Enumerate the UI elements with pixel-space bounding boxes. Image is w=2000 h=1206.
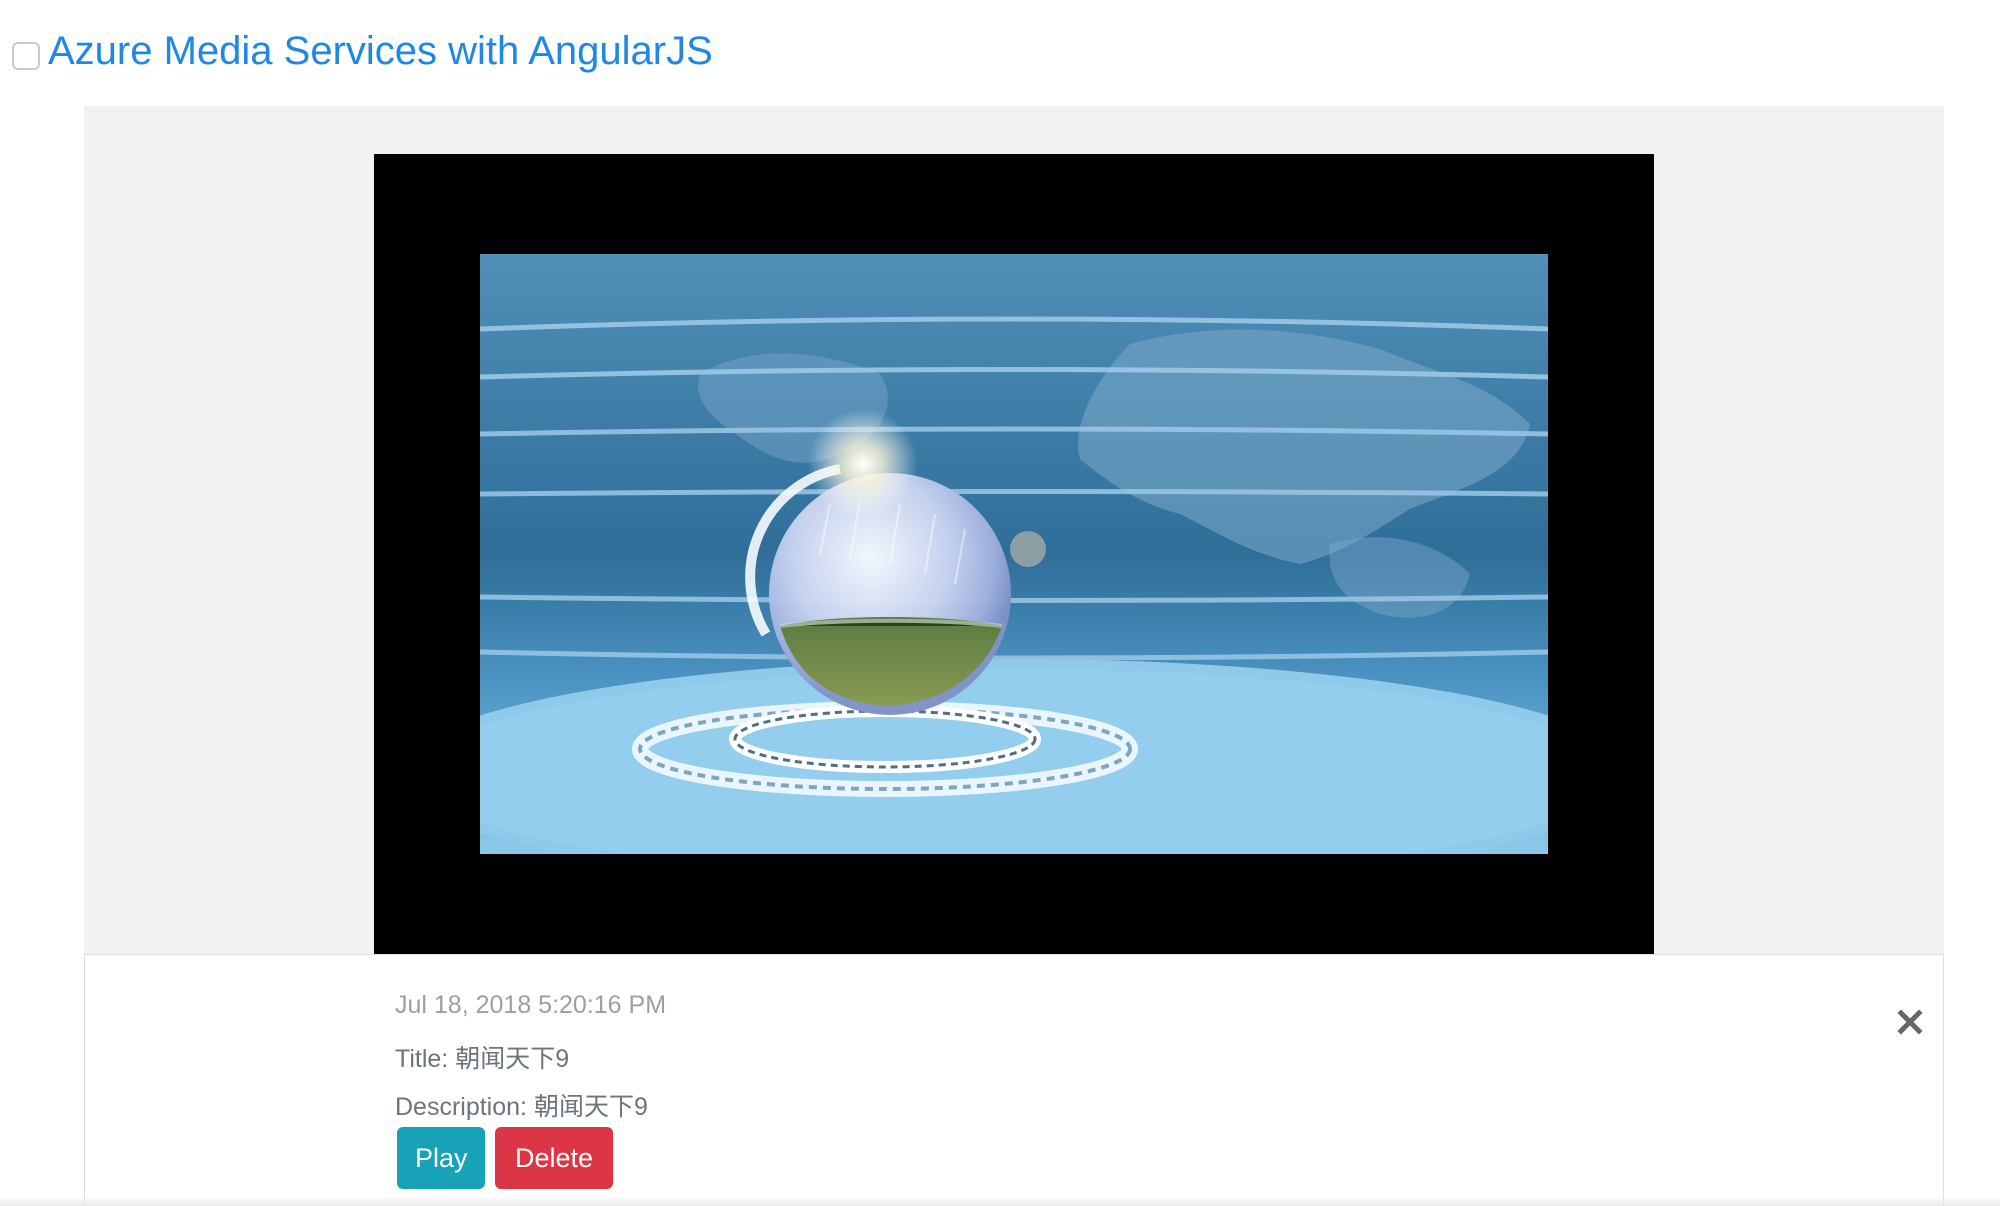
play-button[interactable]: Play [397,1127,485,1189]
media-details: Jul 18, 2018 5:20:16 PM Title: 朝闻天下9 Des… [84,954,1944,1206]
video-thumbnail[interactable] [480,254,1548,854]
select-checkbox[interactable] [12,42,40,70]
page: Azure Media Services with AngularJS Jul … [0,0,2000,1206]
delete-button[interactable]: Delete [495,1127,613,1189]
media-description: Description: 朝闻天下9 [395,1093,648,1121]
news-globe-image [480,254,1548,854]
bottom-divider [0,1196,2000,1206]
header: Azure Media Services with AngularJS [12,22,713,80]
page-title-link[interactable]: Azure Media Services with AngularJS [48,22,713,80]
close-icon[interactable] [1895,1007,1925,1037]
media-title: Title: 朝闻天下9 [395,1045,570,1073]
media-date: Jul 18, 2018 5:20:16 PM [395,991,667,1019]
video-player[interactable] [374,154,1654,954]
media-card: Jul 18, 2018 5:20:16 PM Title: 朝闻天下9 Des… [84,106,1944,1206]
